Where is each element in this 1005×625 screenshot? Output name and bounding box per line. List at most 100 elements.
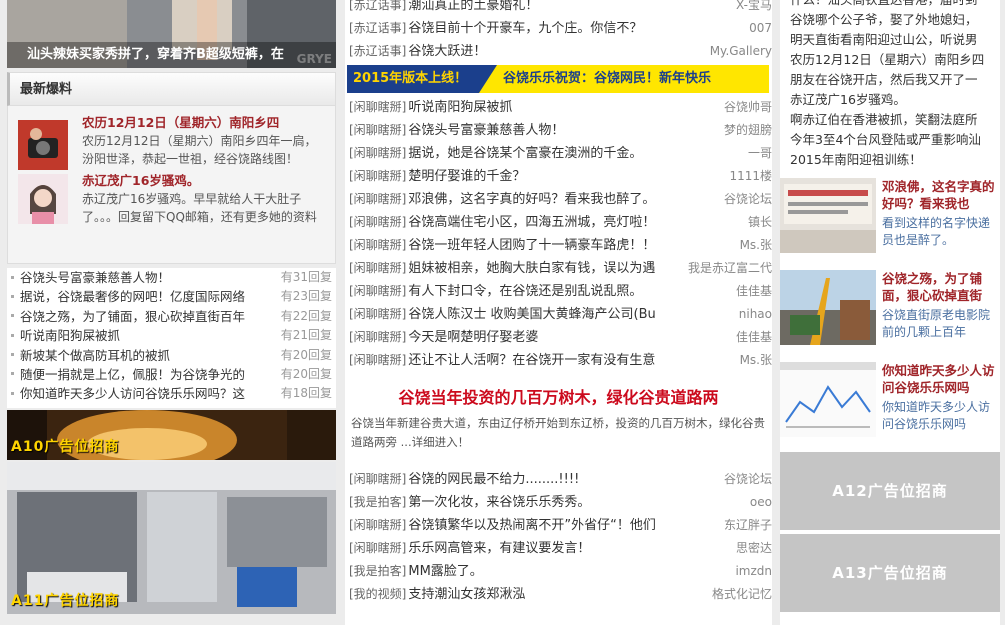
feature-thumb[interactable]: [780, 178, 876, 253]
post-tag[interactable]: [赤辽话事]: [349, 0, 406, 12]
post-title[interactable]: 有人下封口令，在谷饶还是别乱说乱照。: [408, 284, 642, 299]
post-title[interactable]: 谷饶高端住宅小区，四海五洲城，亮灯啦！: [408, 215, 655, 230]
post-title[interactable]: 今天是啊楚明仔娶老婆: [408, 330, 538, 345]
headline-summary[interactable]: 谷饶当年新建谷贵大道，东由辽仔桥开始到东辽桥，投资的几百万树木，绿化谷贵道路两旁…: [345, 414, 772, 454]
post-author[interactable]: 1111楼: [729, 165, 772, 188]
feature-item[interactable]: 谷饶之殇，为了铺面，狠心砍掉直街 谷饶直街原老电影院前的几颗上百年: [780, 270, 1000, 354]
list-item[interactable]: 2015年南阳迎祖训练！: [790, 150, 1000, 170]
feature-title[interactable]: 你知道昨天多少人访问谷饶乐乐网吗: [882, 362, 1000, 396]
post-title[interactable]: 听说南阳狗屎被抓: [408, 100, 512, 115]
post-author[interactable]: Ms.张: [740, 349, 772, 372]
list-item[interactable]: 听说南阳狗屎被抓 有21回复: [7, 326, 336, 345]
list-item[interactable]: 今年3至4个台风登陆或严重影响汕: [790, 130, 1000, 150]
new-year-banner[interactable]: 2015年版本上线！ 谷饶乐乐祝贺：谷饶网民！新年快乐: [347, 65, 769, 93]
list-item[interactable]: [闲聊瞎掰] 邓浪佛，这名字真的好吗？看来我也醉了。 谷饶论坛: [345, 188, 772, 211]
post-title[interactable]: 谷饶大跃进！: [408, 44, 486, 59]
post-tag[interactable]: [闲聊瞎掰]: [349, 472, 406, 486]
breaking-item[interactable]: 赤辽茂广16岁骚鸡。 赤辽茂广16岁骚鸡。早早就给人干大肚子了。。。回复留下QQ…: [8, 172, 335, 262]
list-item-title[interactable]: 谷饶之殇，为了铺面，狠心砍掉直街百年: [20, 309, 245, 324]
list-item[interactable]: 啊赤辽伯在香港被抓，笑翻法庭所: [790, 110, 1000, 130]
post-tag[interactable]: [我的视频]: [349, 587, 406, 601]
list-item[interactable]: [闲聊瞎掰] 楚明仔娶谁的千金？ 1111楼: [345, 165, 772, 188]
post-author[interactable]: 谷饶帅哥: [724, 96, 772, 119]
list-item[interactable]: [我是拍客] 第一次化妆，来谷饶乐乐秀秀。 oeo: [345, 491, 772, 514]
list-item[interactable]: [我是拍客] MM露脸了。 imzdn: [345, 560, 772, 583]
ad-a11[interactable]: A11广告位招商: [7, 462, 336, 614]
top-photo[interactable]: GRYE 汕头辣妹买家秀拼了，穿着齐B超级短裤，在: [7, 0, 336, 68]
ad-a12[interactable]: A12广告位招商: [780, 452, 1000, 530]
list-item[interactable]: 农历12月12日（星期六）南阳乡四: [790, 50, 1000, 70]
feature-item[interactable]: 邓浪佛，这名字真的好吗？看来我也 看到这样的名字快递员也是醉了。: [780, 178, 1000, 262]
ad-a10[interactable]: A10广告位招商: [7, 410, 336, 460]
list-item[interactable]: [闲聊瞎掰] 谷饶的网民最不给力........!!!! 谷饶论坛: [345, 468, 772, 491]
post-tag[interactable]: [我是拍客]: [349, 564, 406, 578]
post-author[interactable]: nihao: [739, 303, 772, 326]
post-tag[interactable]: [闲聊瞎掰]: [349, 261, 406, 275]
post-title[interactable]: 谷饶镇繁华以及热闹离不开”外省仔“！他们: [408, 518, 655, 533]
list-item-title[interactable]: 新坡某个做高防耳机的被抓: [20, 348, 170, 363]
post-tag[interactable]: [赤辽话事]: [349, 21, 406, 35]
headline-title[interactable]: 谷饶当年投资的几百万树木，绿化谷贵道路两: [345, 386, 772, 410]
post-author[interactable]: 佳佳基: [736, 280, 772, 303]
post-title[interactable]: 谷饶人陈汉士 收购美国大黄蜂海产公司(Bu: [408, 307, 655, 322]
list-item[interactable]: 谷饶哪个公子爷，娶了外地媳妇，: [790, 10, 1000, 30]
list-item[interactable]: 朋友在谷饶开店，然后我又开了一: [790, 70, 1000, 90]
post-tag[interactable]: [我是拍客]: [349, 495, 406, 509]
post-tag[interactable]: [闲聊瞎掰]: [349, 284, 406, 298]
post-tag[interactable]: [闲聊瞎掰]: [349, 100, 406, 114]
post-author[interactable]: 我是赤辽富二代: [688, 257, 772, 280]
list-item[interactable]: 据说，谷饶最奢侈的网吧！亿度国际网络 有23回复: [7, 287, 336, 306]
post-author[interactable]: imzdn: [735, 560, 772, 583]
post-tag[interactable]: [闲聊瞎掰]: [349, 146, 406, 160]
breaking-item-title[interactable]: 农历12月12日（星期六）南阳乡四: [82, 114, 325, 132]
post-title[interactable]: 姐妹被相亲，她胸大肤白家有钱，误以为遇: [408, 261, 655, 276]
feature-title[interactable]: 谷饶之殇，为了铺面，狠心砍掉直街: [882, 270, 1000, 304]
post-author[interactable]: 东辽胖子: [724, 514, 772, 537]
list-item[interactable]: [闲聊瞎掰] 听说南阳狗屎被抓 谷饶帅哥: [345, 96, 772, 119]
feature-title[interactable]: 邓浪佛，这名字真的好吗？看来我也: [882, 178, 1000, 212]
post-author[interactable]: 007: [749, 17, 772, 40]
post-author[interactable]: 思密达: [736, 537, 772, 560]
list-item[interactable]: 你知道昨天多少人访问谷饶乐乐网吗？这 有18回复: [7, 384, 336, 403]
list-item[interactable]: 谷饶头号富豪兼慈善人物！ 有31回复: [7, 268, 336, 287]
list-item-title[interactable]: 谷饶头号富豪兼慈善人物！: [20, 270, 170, 285]
post-author[interactable]: Ms.张: [740, 234, 772, 257]
post-author[interactable]: oeo: [750, 491, 772, 514]
list-item[interactable]: 随便一捐就是上亿，佩服！为谷饶争光的 有20回复: [7, 365, 336, 384]
post-author[interactable]: 梦的翅膀: [724, 119, 772, 142]
post-tag[interactable]: [闲聊瞎掰]: [349, 353, 406, 367]
list-item[interactable]: 明天直街看南阳迎过山公，听说男: [790, 30, 1000, 50]
list-item[interactable]: 谷饶之殇，为了铺面，狠心砍掉直街百年 有22回复: [7, 307, 336, 326]
list-item[interactable]: [赤辽话事] 谷饶大跃进！ My.Gallery: [345, 40, 772, 63]
list-item[interactable]: [我的视频] 支持潮汕女孩郑湫泓 格式化记忆: [345, 583, 772, 606]
post-author[interactable]: My.Gallery: [710, 40, 772, 63]
list-item[interactable]: [赤辽话事] 谷饶目前十个开豪车，九个庄。你信不？ 007: [345, 17, 772, 40]
post-title[interactable]: 谷饶一班年轻人团购了十一辆豪车路虎！！: [408, 238, 655, 253]
list-item[interactable]: [闲聊瞎掰] 今天是啊楚明仔娶老婆 佳佳基: [345, 326, 772, 349]
post-tag[interactable]: [闲聊瞎掰]: [349, 238, 406, 252]
post-author[interactable]: X-宝马: [736, 0, 772, 17]
post-title[interactable]: 乐乐网高管来，有建议要发言！: [408, 541, 590, 556]
ad-a13[interactable]: A13广告位招商: [780, 534, 1000, 612]
list-item-title[interactable]: 你知道昨天多少人访问谷饶乐乐网吗？这: [20, 386, 245, 401]
feature-thumb[interactable]: [780, 362, 876, 437]
post-title[interactable]: 谷饶头号富豪兼慈善人物！: [408, 123, 564, 138]
feature-desc[interactable]: 你知道昨天多少人访问谷饶乐乐网吗: [882, 399, 1000, 433]
list-item[interactable]: [闲聊瞎掰] 谷饶头号富豪兼慈善人物！ 梦的翅膀: [345, 119, 772, 142]
post-tag[interactable]: [闲聊瞎掰]: [349, 541, 406, 555]
post-title[interactable]: 第一次化妆，来谷饶乐乐秀秀。: [408, 495, 590, 510]
list-item[interactable]: [赤辽话事] 潮汕真正的土豪婚礼！ X-宝马: [345, 0, 772, 17]
post-title[interactable]: 谷饶目前十个开豪车，九个庄。你信不？: [408, 21, 642, 36]
post-title[interactable]: 据说，她是谷饶某个富豪在澳洲的千金。: [408, 146, 642, 161]
list-item-title[interactable]: 据说，谷饶最奢侈的网吧！亿度国际网络: [20, 289, 245, 304]
list-item[interactable]: [闲聊瞎掰] 据说，她是谷饶某个富豪在澳洲的千金。 一哥: [345, 142, 772, 165]
post-tag[interactable]: [闲聊瞎掰]: [349, 215, 406, 229]
post-title[interactable]: 谷饶的网民最不给力........!!!!: [408, 472, 579, 487]
list-item[interactable]: [闲聊瞎掰] 谷饶高端住宅小区，四海五洲城，亮灯啦！ 镇长: [345, 211, 772, 234]
post-title[interactable]: 支持潮汕女孩郑湫泓: [408, 587, 525, 602]
post-author[interactable]: 谷饶论坛: [724, 188, 772, 211]
list-item-title[interactable]: 随便一捐就是上亿，佩服！为谷饶争光的: [20, 367, 245, 382]
post-tag[interactable]: [闲聊瞎掰]: [349, 518, 406, 532]
feature-desc[interactable]: 看到这样的名字快递员也是醉了。: [882, 215, 1000, 249]
post-tag[interactable]: [闲聊瞎掰]: [349, 192, 406, 206]
